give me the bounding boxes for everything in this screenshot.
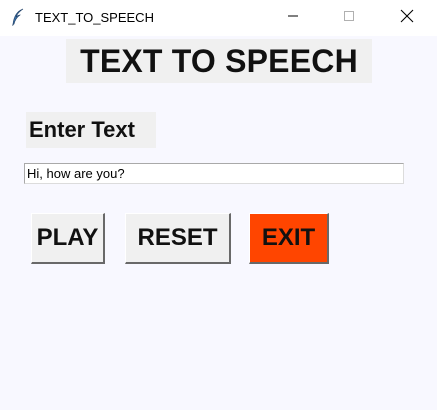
- play-button[interactable]: PLAY: [31, 213, 105, 264]
- exit-button[interactable]: EXIT: [249, 213, 329, 264]
- maximize-button[interactable]: [326, 0, 372, 36]
- maximize-icon: [343, 9, 355, 27]
- close-button[interactable]: [384, 0, 430, 36]
- title-bar[interactable]: TEXT_TO_SPEECH: [0, 0, 437, 36]
- reset-button[interactable]: RESET: [125, 213, 231, 264]
- page-heading: TEXT TO SPEECH: [66, 39, 372, 83]
- input-label-text: Enter Text: [29, 117, 135, 142]
- app-window: TEXT_TO_SPEECH TEXT TO SPEECH Enter Text: [0, 0, 437, 413]
- window-title: TEXT_TO_SPEECH: [35, 10, 154, 25]
- page-title: TEXT TO SPEECH: [80, 42, 358, 79]
- feather-icon: [11, 8, 25, 26]
- text-entry-field[interactable]: [24, 163, 404, 184]
- minimize-icon: [287, 9, 299, 27]
- minimize-button[interactable]: [270, 0, 316, 36]
- close-icon: [400, 9, 414, 28]
- input-label: Enter Text: [26, 112, 156, 148]
